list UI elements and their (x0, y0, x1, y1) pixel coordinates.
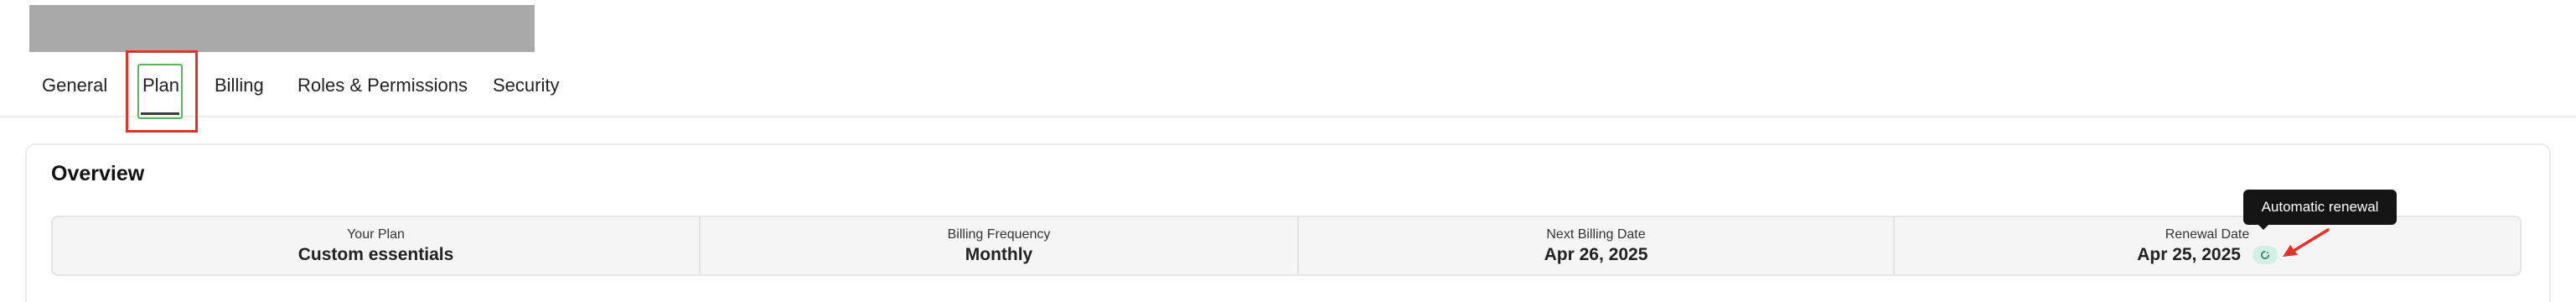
automatic-renewal-icon[interactable] (2252, 246, 2278, 265)
stat-renewal-date: Renewal Date Apr 25, 2025 (1895, 217, 2520, 274)
stat-value: Apr 26, 2025 (1544, 245, 1648, 264)
annotation-arrow-icon (2283, 228, 2330, 257)
redacted-header-block (29, 5, 535, 52)
renewal-date-value-row: Apr 25, 2025 (1895, 245, 2520, 265)
stat-label: Renewal Date (2165, 227, 2250, 242)
plan-stats-row: Your Plan Custom essentials Billing Freq… (51, 216, 2522, 276)
tooltip-tail (2257, 223, 2270, 230)
settings-tabs: General Plan Billing Roles & Permissions… (0, 55, 2576, 117)
overview-title: Overview (51, 162, 145, 185)
tab-security[interactable]: Security (493, 74, 559, 97)
tab-general[interactable]: General (42, 74, 107, 97)
tab-roles-permissions[interactable]: Roles & Permissions (297, 74, 468, 97)
stat-label: Next Billing Date (1546, 227, 1646, 242)
stat-billing-frequency: Billing Frequency Monthly (701, 217, 1297, 274)
stat-your-plan: Your Plan Custom essentials (53, 217, 699, 274)
tab-billing[interactable]: Billing (215, 74, 264, 97)
settings-page: General Plan Billing Roles & Permissions… (0, 0, 2576, 302)
stat-label: Your Plan (347, 227, 405, 242)
stat-value: Monthly (965, 245, 1033, 264)
stat-value: Custom essentials (297, 245, 454, 264)
stat-next-billing-date: Next Billing Date Apr 26, 2025 (1299, 217, 1893, 274)
stat-value: Apr 25, 2025 (2137, 245, 2241, 264)
stat-label: Billing Frequency (947, 227, 1051, 242)
annotation-highlight-box (126, 50, 198, 133)
automatic-renewal-tooltip: Automatic renewal (2243, 190, 2397, 225)
